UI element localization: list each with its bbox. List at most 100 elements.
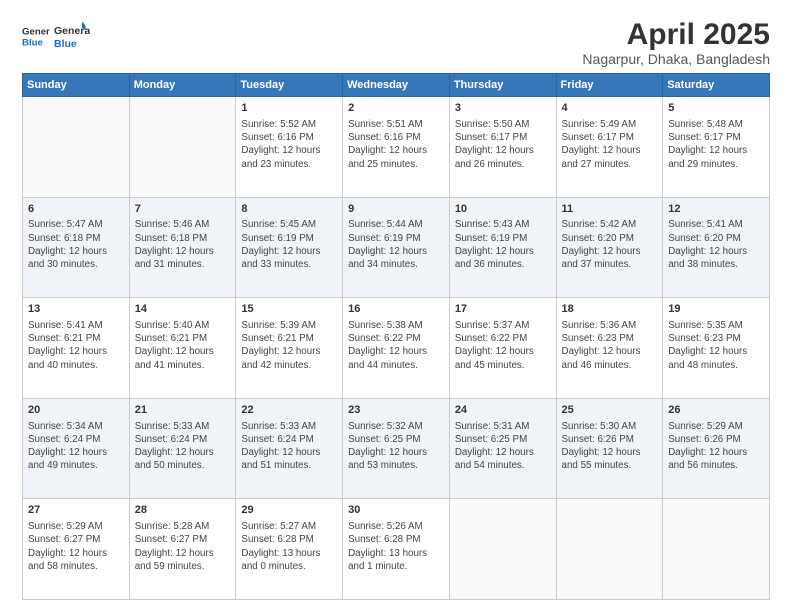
week-row-3: 13 Sunrise: 5:41 AM Sunset: 6:21 PM Dayli… — [23, 298, 770, 399]
day-number: 3 — [455, 101, 551, 116]
calendar-cell: 28 Sunrise: 5:28 AM Sunset: 6:27 PM Dayli… — [129, 499, 236, 600]
day-info: Sunrise: 5:43 AM Sunset: 6:19 PM Dayligh… — [455, 218, 551, 271]
subtitle: Nagarpur, Dhaka, Bangladesh — [582, 51, 770, 67]
page: General Blue General Blue General Blue A… — [0, 0, 792, 612]
day-info: Sunrise: 5:47 AM Sunset: 6:18 PM Dayligh… — [28, 218, 124, 271]
title-block: April 2025 Nagarpur, Dhaka, Bangladesh — [582, 18, 770, 67]
day-info: Sunrise: 5:34 AM Sunset: 6:24 PM Dayligh… — [28, 420, 124, 473]
day-number: 28 — [135, 503, 231, 518]
calendar-cell: 17 Sunrise: 5:37 AM Sunset: 6:22 PM Dayli… — [449, 298, 556, 399]
calendar-cell: 23 Sunrise: 5:32 AM Sunset: 6:25 PM Dayli… — [343, 398, 450, 499]
day-info: Sunrise: 5:31 AM Sunset: 6:25 PM Dayligh… — [455, 420, 551, 473]
svg-text:Blue: Blue — [22, 38, 43, 49]
day-info: Sunrise: 5:50 AM Sunset: 6:17 PM Dayligh… — [455, 118, 551, 171]
calendar-cell: 4Sunrise: 5:49 AM Sunset: 6:17 PM Daylig… — [556, 97, 663, 198]
day-info: Sunrise: 5:26 AM Sunset: 6:28 PM Dayligh… — [348, 520, 444, 573]
day-info: Sunrise: 5:33 AM Sunset: 6:24 PM Dayligh… — [241, 420, 337, 473]
calendar-cell: 25 Sunrise: 5:30 AM Sunset: 6:26 PM Dayli… — [556, 398, 663, 499]
day-number: 25 — [562, 403, 658, 418]
day-number: 23 — [348, 403, 444, 418]
svg-text:General: General — [22, 26, 50, 37]
day-info: Sunrise: 5:29 AM Sunset: 6:26 PM Dayligh… — [668, 420, 764, 473]
day-number: 14 — [135, 302, 231, 317]
weekday-sunday: Sunday — [23, 74, 130, 97]
day-info: Sunrise: 5:38 AM Sunset: 6:22 PM Dayligh… — [348, 319, 444, 372]
weekday-saturday: Saturday — [663, 74, 770, 97]
calendar-cell — [556, 499, 663, 600]
logo-icon: General Blue — [22, 22, 50, 50]
calendar-cell: 30Sunrise: 5:26 AM Sunset: 6:28 PM Dayli… — [343, 499, 450, 600]
day-info: Sunrise: 5:51 AM Sunset: 6:16 PM Dayligh… — [348, 118, 444, 171]
day-info: Sunrise: 5:37 AM Sunset: 6:22 PM Dayligh… — [455, 319, 551, 372]
calendar-cell — [129, 97, 236, 198]
header: General Blue General Blue General Blue A… — [22, 18, 770, 67]
day-number: 18 — [562, 302, 658, 317]
day-number: 17 — [455, 302, 551, 317]
day-number: 19 — [668, 302, 764, 317]
weekday-friday: Friday — [556, 74, 663, 97]
weekday-monday: Monday — [129, 74, 236, 97]
calendar-cell: 26Sunrise: 5:29 AM Sunset: 6:26 PM Dayli… — [663, 398, 770, 499]
day-info: Sunrise: 5:36 AM Sunset: 6:23 PM Dayligh… — [562, 319, 658, 372]
day-number: 13 — [28, 302, 124, 317]
day-number: 21 — [135, 403, 231, 418]
calendar-cell: 7Sunrise: 5:46 AM Sunset: 6:18 PM Daylig… — [129, 197, 236, 298]
day-number: 29 — [241, 503, 337, 518]
calendar-cell: 12Sunrise: 5:41 AM Sunset: 6:20 PM Dayli… — [663, 197, 770, 298]
day-info: Sunrise: 5:27 AM Sunset: 6:28 PM Dayligh… — [241, 520, 337, 573]
calendar-cell: 6Sunrise: 5:47 AM Sunset: 6:18 PM Daylig… — [23, 197, 130, 298]
calendar-cell: 29 Sunrise: 5:27 AM Sunset: 6:28 PM Dayli… — [236, 499, 343, 600]
calendar-cell: 3 Sunrise: 5:50 AM Sunset: 6:17 PM Daylig… — [449, 97, 556, 198]
week-row-2: 6Sunrise: 5:47 AM Sunset: 6:18 PM Daylig… — [23, 197, 770, 298]
calendar-cell: 10Sunrise: 5:43 AM Sunset: 6:19 PM Dayli… — [449, 197, 556, 298]
weekday-wednesday: Wednesday — [343, 74, 450, 97]
day-number: 16 — [348, 302, 444, 317]
day-number: 20 — [28, 403, 124, 418]
calendar-cell: 27Sunrise: 5:29 AM Sunset: 6:27 PM Dayli… — [23, 499, 130, 600]
day-info: Sunrise: 5:30 AM Sunset: 6:26 PM Dayligh… — [562, 420, 658, 473]
day-number: 2 — [348, 101, 444, 116]
calendar-cell: 21 Sunrise: 5:33 AM Sunset: 6:24 PM Dayli… — [129, 398, 236, 499]
day-info: Sunrise: 5:39 AM Sunset: 6:21 PM Dayligh… — [241, 319, 337, 372]
calendar-cell: 5 Sunrise: 5:48 AM Sunset: 6:17 PM Daylig… — [663, 97, 770, 198]
day-info: Sunrise: 5:33 AM Sunset: 6:24 PM Dayligh… — [135, 420, 231, 473]
day-number: 8 — [241, 202, 337, 217]
week-row-4: 20 Sunrise: 5:34 AM Sunset: 6:24 PM Dayli… — [23, 398, 770, 499]
day-info: Sunrise: 5:32 AM Sunset: 6:25 PM Dayligh… — [348, 420, 444, 473]
day-number: 7 — [135, 202, 231, 217]
calendar-cell: 14 Sunrise: 5:40 AM Sunset: 6:21 PM Dayli… — [129, 298, 236, 399]
day-info: Sunrise: 5:48 AM Sunset: 6:17 PM Dayligh… — [668, 118, 764, 171]
calendar-cell: 8Sunrise: 5:45 AM Sunset: 6:19 PM Daylig… — [236, 197, 343, 298]
day-info: Sunrise: 5:28 AM Sunset: 6:27 PM Dayligh… — [135, 520, 231, 573]
calendar-table: SundayMondayTuesdayWednesdayThursdayFrid… — [22, 73, 770, 600]
calendar-cell: 15 Sunrise: 5:39 AM Sunset: 6:21 PM Dayli… — [236, 298, 343, 399]
day-info: Sunrise: 5:44 AM Sunset: 6:19 PM Dayligh… — [348, 218, 444, 271]
logo-bird: General Blue — [54, 18, 90, 54]
day-info: Sunrise: 5:45 AM Sunset: 6:19 PM Dayligh… — [241, 218, 337, 271]
day-number: 22 — [241, 403, 337, 418]
day-number: 5 — [668, 101, 764, 116]
calendar-cell: 1Sunrise: 5:52 AM Sunset: 6:16 PM Daylig… — [236, 97, 343, 198]
logo: General Blue General Blue General Blue — [22, 18, 90, 54]
calendar-cell: 22 Sunrise: 5:33 AM Sunset: 6:24 PM Dayli… — [236, 398, 343, 499]
day-number: 24 — [455, 403, 551, 418]
week-row-5: 27Sunrise: 5:29 AM Sunset: 6:27 PM Dayli… — [23, 499, 770, 600]
calendar-cell — [449, 499, 556, 600]
weekday-header-row: SundayMondayTuesdayWednesdayThursdayFrid… — [23, 74, 770, 97]
day-info: Sunrise: 5:42 AM Sunset: 6:20 PM Dayligh… — [562, 218, 658, 271]
day-info: Sunrise: 5:41 AM Sunset: 6:21 PM Dayligh… — [28, 319, 124, 372]
day-info: Sunrise: 5:40 AM Sunset: 6:21 PM Dayligh… — [135, 319, 231, 372]
day-number: 15 — [241, 302, 337, 317]
calendar-cell: 11Sunrise: 5:42 AM Sunset: 6:20 PM Dayli… — [556, 197, 663, 298]
day-info: Sunrise: 5:29 AM Sunset: 6:27 PM Dayligh… — [28, 520, 124, 573]
svg-text:Blue: Blue — [54, 38, 77, 50]
calendar-cell: 16 Sunrise: 5:38 AM Sunset: 6:22 PM Dayli… — [343, 298, 450, 399]
day-number: 12 — [668, 202, 764, 217]
calendar-cell: 24 Sunrise: 5:31 AM Sunset: 6:25 PM Dayli… — [449, 398, 556, 499]
calendar-cell: 13 Sunrise: 5:41 AM Sunset: 6:21 PM Dayli… — [23, 298, 130, 399]
day-number: 4 — [562, 101, 658, 116]
day-info: Sunrise: 5:52 AM Sunset: 6:16 PM Dayligh… — [241, 118, 337, 171]
calendar-cell: 20 Sunrise: 5:34 AM Sunset: 6:24 PM Dayli… — [23, 398, 130, 499]
calendar-cell: 19Sunrise: 5:35 AM Sunset: 6:23 PM Dayli… — [663, 298, 770, 399]
calendar-cell: 2 Sunrise: 5:51 AM Sunset: 6:16 PM Daylig… — [343, 97, 450, 198]
